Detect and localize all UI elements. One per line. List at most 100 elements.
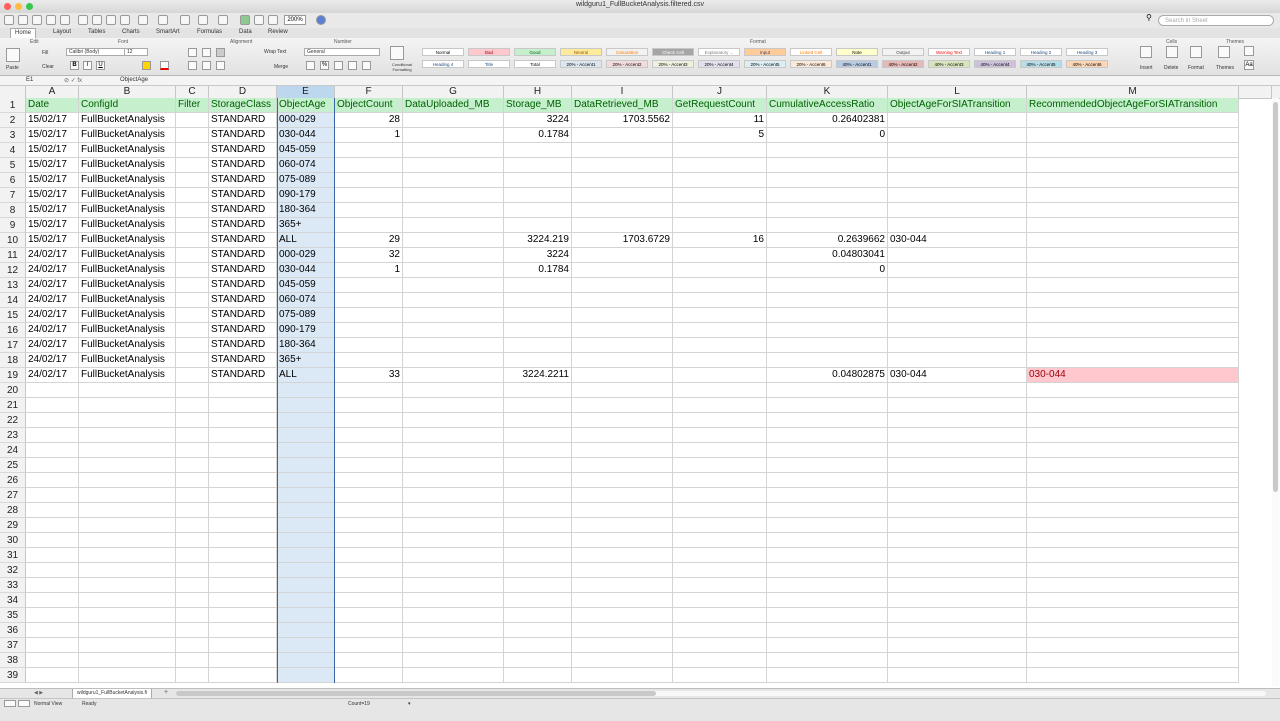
empty-cell[interactable]	[767, 653, 888, 668]
table-cell[interactable]	[1027, 203, 1239, 218]
normal-view-icon[interactable]	[4, 700, 16, 707]
table-cell[interactable]	[504, 143, 572, 158]
empty-cell[interactable]	[504, 593, 572, 608]
fill-button[interactable]: Fill	[42, 50, 48, 56]
table-cell[interactable]: FullBucketAnalysis	[79, 323, 176, 338]
empty-cell[interactable]	[26, 593, 79, 608]
table-cell[interactable]	[504, 203, 572, 218]
empty-cell[interactable]	[209, 608, 277, 623]
empty-cell[interactable]	[673, 563, 767, 578]
empty-cell[interactable]	[176, 443, 209, 458]
column-header-j[interactable]: J	[673, 86, 767, 98]
table-cell[interactable]	[335, 308, 403, 323]
empty-cell[interactable]	[176, 458, 209, 473]
align-center-icon[interactable]	[202, 48, 211, 57]
empty-cell[interactable]	[277, 443, 335, 458]
empty-cell[interactable]	[335, 413, 403, 428]
row-header[interactable]: 30	[0, 533, 26, 548]
conditional-formatting-label[interactable]: Conditional Formatting	[386, 62, 418, 72]
table-cell[interactable]	[504, 308, 572, 323]
empty-cell[interactable]	[176, 473, 209, 488]
empty-cell[interactable]	[176, 398, 209, 413]
table-cell[interactable]: FullBucketAnalysis	[79, 293, 176, 308]
empty-cell[interactable]	[403, 623, 504, 638]
format-cells-icon[interactable]	[1190, 46, 1202, 58]
table-cell[interactable]	[176, 113, 209, 128]
empty-cell[interactable]	[176, 548, 209, 563]
header-cell[interactable]: RecommendedObjectAgeForSIATransition	[1027, 98, 1239, 113]
row-header[interactable]: 17	[0, 338, 26, 353]
row-header[interactable]: 2	[0, 113, 26, 128]
table-cell[interactable]	[1027, 278, 1239, 293]
empty-cell[interactable]	[79, 623, 176, 638]
table-cell[interactable]	[572, 263, 673, 278]
table-cell[interactable]: FullBucketAnalysis	[79, 368, 176, 383]
empty-cell[interactable]	[403, 533, 504, 548]
table-cell[interactable]	[176, 248, 209, 263]
empty-cell[interactable]	[403, 668, 504, 683]
table-cell[interactable]	[176, 323, 209, 338]
table-cell[interactable]	[335, 293, 403, 308]
empty-cell[interactable]	[176, 413, 209, 428]
table-cell[interactable]	[403, 233, 504, 248]
empty-cell[interactable]	[209, 443, 277, 458]
table-cell[interactable]: 29	[335, 233, 403, 248]
empty-cell[interactable]	[1027, 428, 1239, 443]
table-cell[interactable]	[767, 203, 888, 218]
empty-cell[interactable]	[767, 473, 888, 488]
chevron-down-icon[interactable]: ▾	[408, 701, 411, 707]
empty-cell[interactable]	[176, 578, 209, 593]
row-header[interactable]: 27	[0, 488, 26, 503]
empty-cell[interactable]	[26, 503, 79, 518]
empty-cell[interactable]	[335, 593, 403, 608]
row-header[interactable]: 12	[0, 263, 26, 278]
table-cell[interactable]	[1027, 233, 1239, 248]
empty-cell[interactable]	[79, 653, 176, 668]
table-cell[interactable]	[504, 158, 572, 173]
empty-cell[interactable]	[504, 668, 572, 683]
empty-cell[interactable]	[277, 578, 335, 593]
table-cell[interactable]	[1027, 158, 1239, 173]
page-layout-view-icon[interactable]	[18, 700, 30, 707]
table-cell[interactable]: ALL	[277, 233, 335, 248]
table-cell[interactable]: 24/02/17	[26, 353, 79, 368]
table-cell[interactable]: 030-044	[888, 368, 1027, 383]
empty-cell[interactable]	[79, 533, 176, 548]
table-cell[interactable]	[1027, 263, 1239, 278]
table-cell[interactable]	[504, 278, 572, 293]
table-cell[interactable]	[1027, 338, 1239, 353]
empty-cell[interactable]	[209, 488, 277, 503]
table-cell[interactable]	[403, 128, 504, 143]
empty-cell[interactable]	[403, 398, 504, 413]
delete-cells-button[interactable]: Delete	[1164, 65, 1178, 71]
save-icon[interactable]	[46, 15, 56, 25]
decrease-decimal-icon[interactable]	[362, 61, 371, 70]
empty-cell[interactable]	[767, 548, 888, 563]
table-cell[interactable]	[403, 278, 504, 293]
table-cell[interactable]: 1703.6729	[572, 233, 673, 248]
table-cell[interactable]: 0.1784	[504, 128, 572, 143]
table-cell[interactable]: 030-044	[888, 233, 1027, 248]
table-cell[interactable]	[335, 353, 403, 368]
table-cell[interactable]	[176, 353, 209, 368]
font-size-select[interactable]: 12	[124, 48, 148, 56]
format-painter-icon[interactable]	[120, 15, 130, 25]
empty-cell[interactable]	[572, 668, 673, 683]
table-cell[interactable]: 090-179	[277, 188, 335, 203]
empty-cell[interactable]	[26, 608, 79, 623]
empty-cell[interactable]	[888, 638, 1027, 653]
header-cell[interactable]: ObjectAgeForSIATransition	[888, 98, 1027, 113]
row-header[interactable]: 3	[0, 128, 26, 143]
undo-icon[interactable]	[138, 15, 148, 25]
templates-icon[interactable]	[18, 15, 28, 25]
row-header[interactable]: 24	[0, 443, 26, 458]
table-cell[interactable]	[403, 188, 504, 203]
empty-cell[interactable]	[176, 428, 209, 443]
table-cell[interactable]	[767, 293, 888, 308]
cell-style-heading-1[interactable]: Heading 1	[974, 48, 1016, 56]
empty-cell[interactable]	[209, 428, 277, 443]
empty-cell[interactable]	[79, 518, 176, 533]
header-cell[interactable]: ObjectCount	[335, 98, 403, 113]
empty-cell[interactable]	[209, 518, 277, 533]
empty-cell[interactable]	[335, 398, 403, 413]
